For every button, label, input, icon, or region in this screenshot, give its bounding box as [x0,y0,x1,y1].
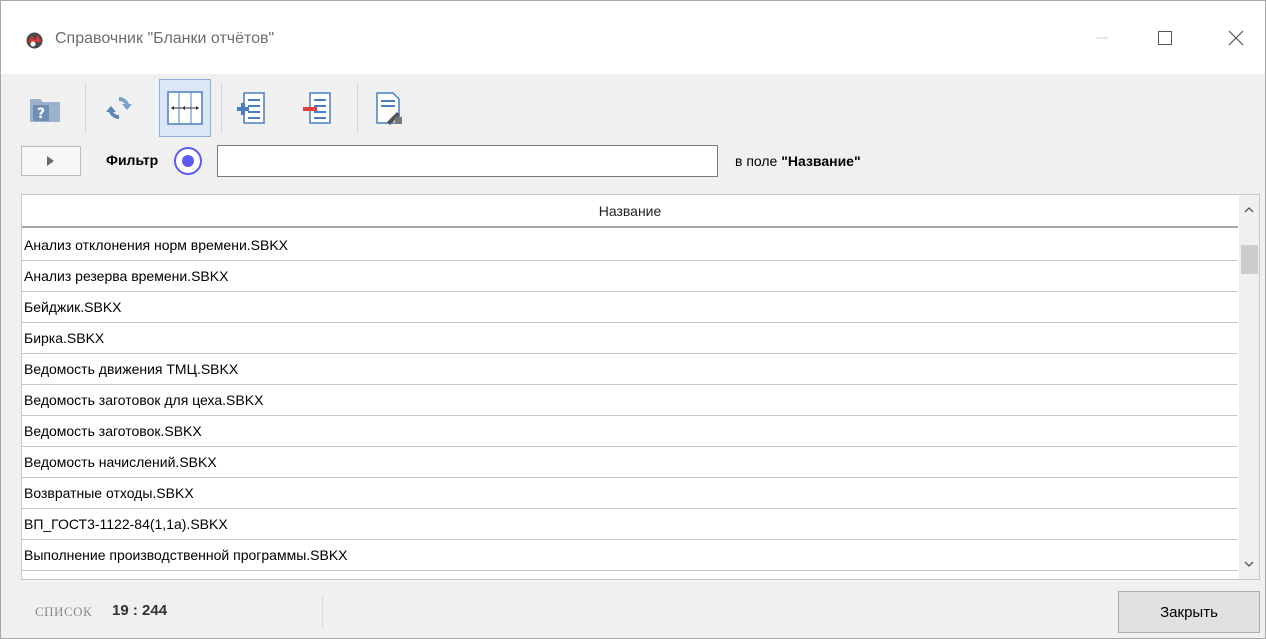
play-arrow-icon [47,156,54,166]
table-row[interactable]: Анализ резерва времени.SBKX [22,261,1238,292]
minimize-button[interactable] [1079,15,1125,61]
minimize-icon [1096,37,1108,39]
chevron-down-icon [1244,561,1254,567]
grid-body: Анализ отклонения норм времени.SBKX Анал… [22,230,1238,571]
help-button[interactable]: ? [19,79,71,137]
fit-columns-icon [167,91,203,125]
records-grid: Название Анализ отклонения норм времени.… [21,194,1260,580]
table-row[interactable]: Возвратные отходы.SBKX [22,478,1238,509]
close-button[interactable]: Закрыть [1118,591,1260,633]
close-window-button[interactable] [1213,15,1259,61]
scroll-thumb[interactable] [1241,245,1258,274]
table-row[interactable]: Бирка.SBKX [22,323,1238,354]
toolbar: ? [19,79,449,137]
delete-record-icon [303,92,331,124]
table-row[interactable]: Ведомость движения ТМЦ.SBKX [22,354,1238,385]
scroll-down-button[interactable] [1239,549,1259,579]
help-folder-icon: ? [30,99,60,122]
svg-text:?: ? [37,106,45,122]
table-row[interactable]: Ведомость начислений.SBKX [22,447,1238,478]
table-row[interactable]: ВП_ГОСТ3-1122-84(1,1а).SBKX [22,509,1238,540]
app-logo-icon [26,32,43,49]
table-row[interactable]: Бейджик.SBKX [22,292,1238,323]
chevron-up-icon [1244,207,1254,213]
filter-radio[interactable] [174,147,202,175]
title-bar[interactable]: Справочник "Бланки отчётов" [1,1,1265,74]
table-row[interactable]: Ведомость заготовок.SBKX [22,416,1238,447]
edit-record-icon [376,92,402,125]
vertical-scrollbar[interactable] [1239,195,1259,579]
filter-bar: Фильтр в поле "Название" [21,144,1261,178]
dialog-window: Справочник "Бланки отчётов" ? Фильтр в п… [0,0,1266,639]
delete-record-button[interactable] [291,79,343,137]
filter-field-caption: в поле "Название" [735,153,861,169]
status-mode: СПИСОК [35,604,93,619]
table-row[interactable]: Выполнение производственной программы.SB… [22,540,1238,571]
edit-record-button[interactable] [363,79,415,137]
expand-filter-button[interactable] [21,146,81,176]
table-row[interactable]: Ведомость заготовок для цеха.SBKX [22,385,1238,416]
filter-field-name: "Название" [781,153,861,169]
filter-label: Фильтр [106,152,159,168]
window-title: Справочник "Бланки отчётов" [55,30,275,47]
close-icon [1228,30,1244,46]
column-header-name[interactable]: Название [22,195,1238,228]
refresh-icon [106,97,132,119]
maximize-icon [1158,31,1172,45]
scroll-up-button[interactable] [1239,195,1259,225]
record-counter: 19 : 244 [112,602,168,619]
filter-input[interactable] [217,145,718,177]
maximize-button[interactable] [1142,15,1188,61]
fit-columns-button[interactable] [159,79,211,137]
filter-field-prefix: в поле [735,153,782,169]
status-bar: СПИСОК 19 : 244 Закрыть [21,591,1261,633]
add-record-icon [237,92,265,124]
status-divider [322,595,323,629]
refresh-button[interactable] [93,79,145,137]
add-record-button[interactable] [225,79,277,137]
table-row[interactable]: Анализ отклонения норм времени.SBKX [22,230,1238,261]
